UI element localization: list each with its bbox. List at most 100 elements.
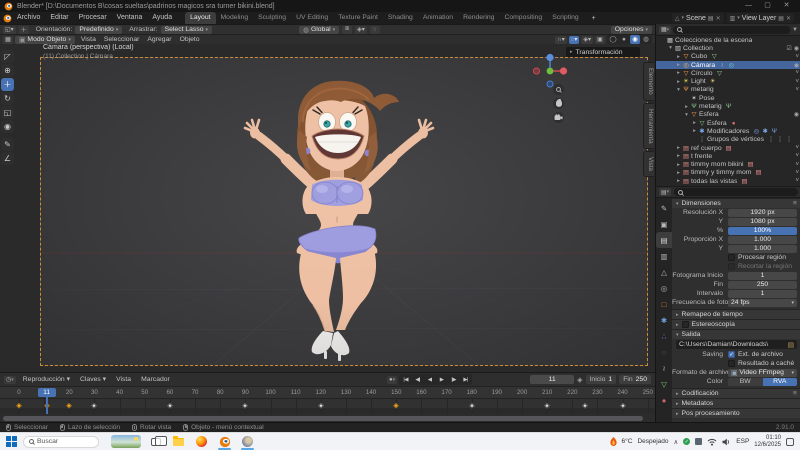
timeline-editor-type-icon[interactable]: ◷ ▾ xyxy=(4,375,16,384)
eye-closed-icon[interactable]: ˅ xyxy=(795,153,799,159)
scale-tool-button[interactable]: ◱ xyxy=(1,106,14,119)
eye-open-icon[interactable]: ◉ xyxy=(794,111,799,118)
prev-keyframe-button[interactable]: ◀| xyxy=(412,375,423,384)
tray-expand-icon[interactable]: ∧ xyxy=(674,438,679,446)
shading-material-preview-icon[interactable]: ◉ xyxy=(630,35,640,44)
panel-checkbox[interactable] xyxy=(681,321,689,328)
orientation-dropdown[interactable]: Predefinido ▾ xyxy=(75,25,123,34)
panel-header-pos-procesamiento[interactable]: ▸ Pos procesamiento xyxy=(672,408,800,418)
outliner-row[interactable]: ⋮ Grupos de vértices ⋮ ⋮ ⋮ xyxy=(656,136,800,144)
checkbox[interactable]: ✓ xyxy=(728,351,735,358)
timeline-menu-marcador[interactable]: Marcador xyxy=(136,374,175,386)
scene-properties-tab[interactable]: △ xyxy=(656,264,672,280)
view-layer-properties-tab[interactable]: ▥ xyxy=(656,248,672,264)
auto-keying-icon[interactable]: ● ▾ xyxy=(387,375,398,384)
eye-closed-icon[interactable]: ˅ xyxy=(795,145,799,151)
overlays-icon[interactable]: ▣ xyxy=(595,35,605,44)
close-button[interactable]: ✕ xyxy=(777,0,796,12)
outliner-row[interactable]: ▸ Ψmetarig Ψ xyxy=(656,102,800,110)
maximize-button[interactable]: ▢ xyxy=(758,0,777,12)
property-value[interactable]: ▣ Video FFmpeg ▾ xyxy=(728,368,797,377)
next-keyframe-button[interactable]: |▶ xyxy=(448,375,459,384)
snap-toggle-icon[interactable]: ⧈ xyxy=(342,25,353,34)
outliner-row[interactable]: ▦ Colecciones de la escena xyxy=(656,36,800,44)
eye-closed-icon[interactable]: ˅ xyxy=(795,162,799,168)
n-panel-tab-vista[interactable]: Vista xyxy=(643,151,654,178)
outliner-search-input[interactable] xyxy=(673,25,791,34)
disclosure-closed-icon[interactable]: ▸ xyxy=(675,145,682,151)
start-button[interactable] xyxy=(6,436,17,447)
menu-archivo[interactable]: Archivo xyxy=(12,12,45,24)
outliner-row[interactable]: ▸ ▤ timmy y timmy mom ▤ ˅ xyxy=(656,169,800,177)
render-properties-tab[interactable]: ▣ xyxy=(656,216,672,232)
workspace-tab-rendering[interactable]: Rendering xyxy=(458,12,499,24)
checkbox[interactable] xyxy=(728,263,735,270)
blender-menu-icon[interactable] xyxy=(3,14,12,23)
world-properties-tab[interactable]: ◎ xyxy=(656,280,672,296)
pivot-point-icon[interactable]: ◈ ▾ xyxy=(581,35,593,44)
remove-layer-icon[interactable]: ✕ xyxy=(786,15,791,22)
eye-closed-icon[interactable]: ˅ xyxy=(795,178,799,184)
panel-menu-icon[interactable]: ≡ xyxy=(793,390,797,397)
material-properties-tab[interactable]: ● xyxy=(656,392,672,408)
notification-center-icon[interactable] xyxy=(786,437,794,446)
eye-closed-icon[interactable]: ˅ xyxy=(795,70,799,76)
frame-end-field[interactable]: Fin 250 xyxy=(619,375,651,384)
rotate-tool-button[interactable]: ↻ xyxy=(1,92,14,105)
widgets-button[interactable] xyxy=(111,435,141,448)
viewport-menu-agregar[interactable]: Agregar xyxy=(143,35,175,45)
clock[interactable]: 01:10 12/6/2025 xyxy=(754,435,781,448)
object-data-properties-tab[interactable]: ▽ xyxy=(656,376,672,392)
options-dropdown[interactable]: Opciones ▾ xyxy=(610,25,652,34)
scrollbar-thumb[interactable] xyxy=(3,416,643,421)
new-scene-icon[interactable]: ▤ xyxy=(708,15,714,22)
menu-ventana[interactable]: Ventana xyxy=(112,12,148,24)
panel-header-dimensiones[interactable]: ▾ Dimensiones ≡ xyxy=(672,198,800,208)
mode-dropdown[interactable]: ▣ Modo Objeto ▾ xyxy=(15,35,75,44)
viewport-menu-vista[interactable]: Vista xyxy=(77,35,100,45)
disclosure-open-icon[interactable]: ▾ xyxy=(667,45,674,51)
property-value[interactable]: 100% xyxy=(728,226,797,235)
menu-procesar[interactable]: Procesar xyxy=(74,12,112,24)
folder-browse-icon[interactable]: ▤ xyxy=(788,341,794,349)
eye-closed-icon[interactable]: ˅ xyxy=(795,87,799,93)
property-value[interactable]: 250 xyxy=(728,280,797,289)
app-tray-icon[interactable] xyxy=(695,438,703,445)
workspace-tab-texture-paint[interactable]: Texture Paint xyxy=(333,12,383,24)
move-tool-button[interactable]: ＋ xyxy=(1,78,14,91)
outliner-row[interactable]: ▸ ▽ Esfera ● xyxy=(656,119,800,127)
transform-tool-button[interactable]: ◉ xyxy=(1,120,14,133)
taskbar-search-input[interactable]: Buscar xyxy=(23,435,99,448)
proportional-edit-icon[interactable]: ◌ xyxy=(369,25,380,34)
outliner-row[interactable]: ▸ ▤ timmy mom bikini ▤ ˅ xyxy=(656,160,800,168)
frame-start-field[interactable]: Inicio 1 xyxy=(585,375,617,384)
panel-header-codificación[interactable]: ▸ Codificación ≡ xyxy=(672,388,800,398)
disclosure-closed-icon[interactable]: ▸ xyxy=(675,170,682,176)
panel-menu-icon[interactable]: ≡ xyxy=(793,200,797,207)
tool-fallback-icon[interactable]: ＋ xyxy=(18,25,29,34)
current-frame-line[interactable] xyxy=(45,399,48,414)
snap-magnet-icon[interactable]: ∩ ▾ xyxy=(555,35,567,44)
property-value[interactable]: 1080 px xyxy=(728,217,797,226)
segment-option-bw[interactable]: BW xyxy=(728,377,763,386)
modifiers-properties-tab[interactable]: ✱ xyxy=(656,312,672,328)
jump-end-button[interactable]: ▶| xyxy=(460,375,471,384)
workspace-tab-layout[interactable]: Layout xyxy=(185,12,216,24)
checkbox[interactable] xyxy=(728,254,735,261)
viewport-menu-seleccionar[interactable]: Seleccionar xyxy=(100,35,144,45)
segment-option-rva[interactable]: RVA xyxy=(762,377,797,386)
constraints-properties-tab[interactable]: ≀ xyxy=(656,360,672,376)
outliner-row[interactable]: ▾ ▽ Esfera ◉ xyxy=(656,111,800,119)
panel-header-remapeo-de-tiempo[interactable]: ▸ Remapeo de tiempo xyxy=(672,309,800,319)
property-value[interactable]: 1.000 xyxy=(728,235,797,244)
shading-solid-icon[interactable]: ● xyxy=(619,35,629,44)
property-value[interactable]: 1.000 xyxy=(728,244,797,253)
snap-settings-icon[interactable]: ◈ ▾ xyxy=(355,25,367,34)
outliner-row[interactable]: ▸ ▽ Círculo ▽ ˅ xyxy=(656,69,800,77)
tool-properties-tab[interactable]: ✎ xyxy=(656,200,672,216)
disclosure-closed-icon[interactable]: ▸ xyxy=(675,54,682,60)
annotate-tool-button[interactable]: ✎ xyxy=(1,138,14,151)
scene-selector[interactable]: △ ▾ Scene ▤ ✕ xyxy=(671,13,724,23)
outliner-row[interactable]: ▸ ✱ Modificadores ◎ ✱ Ψ xyxy=(656,127,800,135)
firefox-button[interactable] xyxy=(193,434,210,450)
